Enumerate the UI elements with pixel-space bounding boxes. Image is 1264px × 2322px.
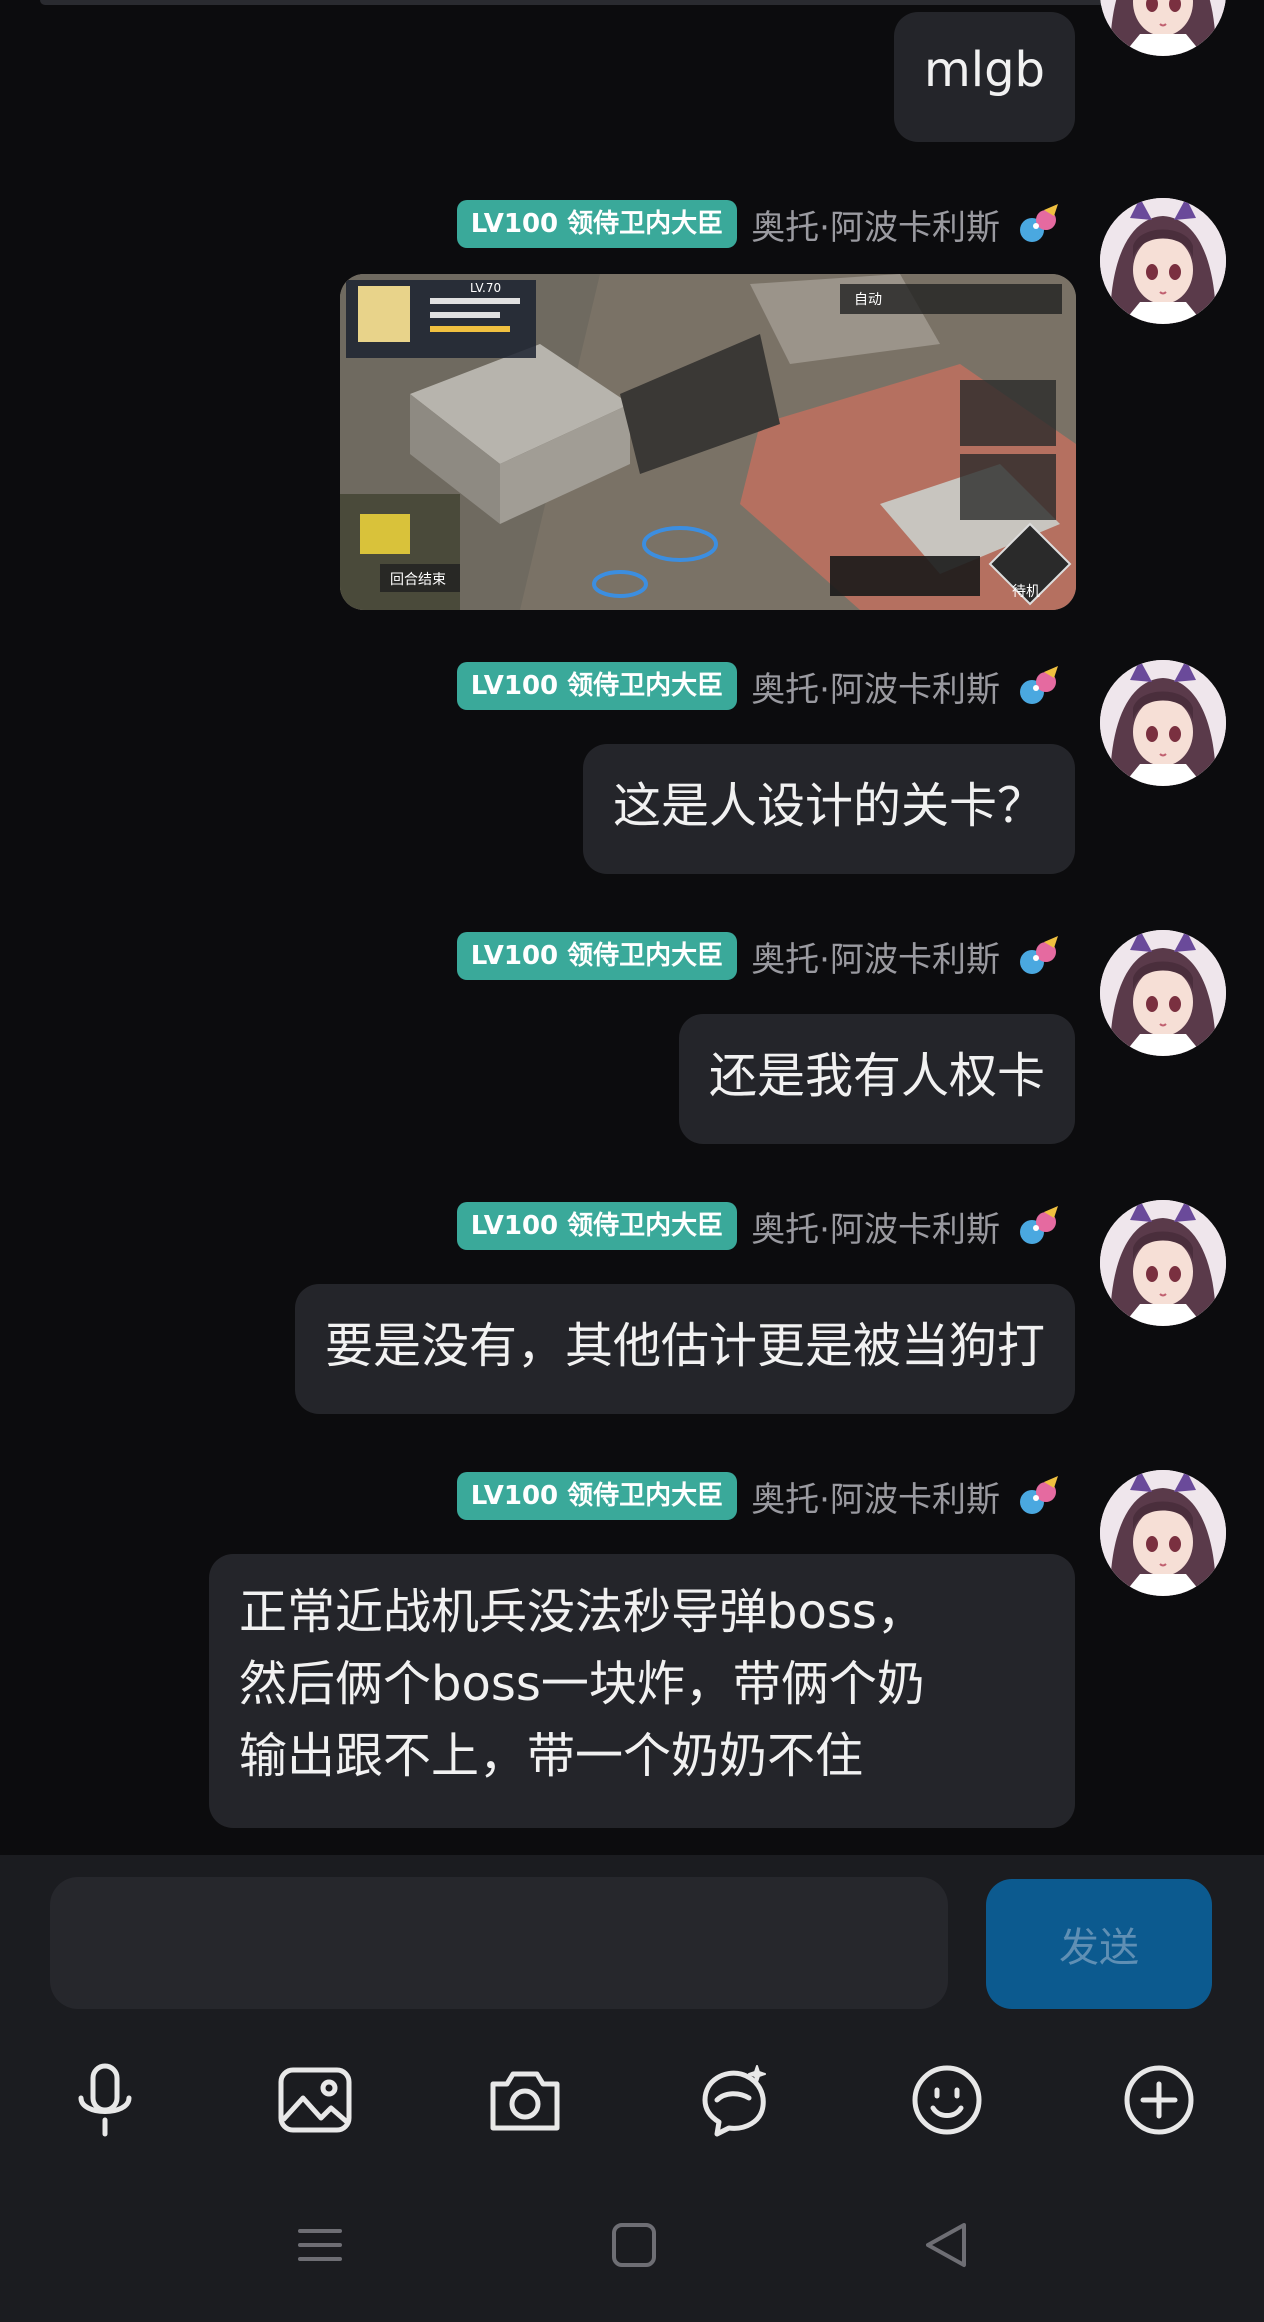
avatar[interactable] xyxy=(1100,660,1226,786)
sender-meta: LV100 领侍卫内大臣 奥托·阿波卡利斯 xyxy=(456,660,1064,712)
avatar[interactable] xyxy=(1100,1470,1226,1596)
home-icon[interactable] xyxy=(594,2205,674,2285)
message-bubble[interactable]: 要是没有，其他估计更是被当狗打 xyxy=(294,1284,1075,1414)
game-end-turn-text: 回合结束 xyxy=(390,572,446,588)
sender-name[interactable]: 奥托·阿波卡利斯 xyxy=(751,200,1000,249)
avatar[interactable] xyxy=(1100,930,1226,1056)
level-badge: LV100 领侍卫内大臣 xyxy=(456,1472,738,1520)
game-level-text: LV.70 xyxy=(470,281,501,295)
sender-name[interactable]: 奥托·阿波卡利斯 xyxy=(751,662,1000,711)
menu-icon[interactable] xyxy=(280,2205,360,2285)
message-input[interactable] xyxy=(50,1877,948,2009)
scroll-top-edge xyxy=(40,0,1164,5)
camera-icon[interactable] xyxy=(470,2045,580,2155)
image-message[interactable]: LV.70 自动 回合结束 待机 xyxy=(340,274,1076,610)
sender-meta: LV100 领侍卫内大臣 奥托·阿波卡利斯 xyxy=(456,930,1064,982)
message-bubble[interactable]: 正常近战机兵没法秒导弹boss， 然后俩个boss一块炸，带俩个奶 输出跟不上，… xyxy=(209,1554,1075,1828)
message-bubble[interactable]: 这是人设计的关卡？ xyxy=(582,744,1075,874)
decoration-icon xyxy=(1014,1204,1064,1248)
decoration-icon xyxy=(1014,664,1064,708)
message-bubble[interactable]: mlgb xyxy=(893,12,1075,142)
sender-meta: LV100 领侍卫内大臣 奥托·阿波卡利斯 xyxy=(456,1200,1064,1252)
sender-meta: LV100 领侍卫内大臣 奥托·阿波卡利斯 xyxy=(456,1470,1064,1522)
sender-name[interactable]: 奥托·阿波卡利斯 xyxy=(751,1472,1000,1521)
send-button[interactable]: 发送 xyxy=(986,1879,1212,2009)
chat-area[interactable]: mlgb LV100 领侍卫内大臣 奥托·阿波卡利斯 LV.70 自动 回合结束… xyxy=(0,0,1264,1855)
level-badge: LV100 领侍卫内大臣 xyxy=(456,200,738,248)
message-bubble[interactable]: 还是我有人权卡 xyxy=(678,1014,1075,1144)
game-auto-text: 自动 xyxy=(854,292,882,308)
composer-bar: 发送 xyxy=(0,1855,1264,2322)
ai-assistant-icon[interactable] xyxy=(680,2045,790,2155)
level-badge: LV100 领侍卫内大臣 xyxy=(456,662,738,710)
avatar[interactable] xyxy=(1100,0,1226,56)
avatar[interactable] xyxy=(1100,198,1226,324)
game-screenshot: LV.70 自动 回合结束 待机 xyxy=(340,274,1076,610)
level-badge: LV100 领侍卫内大臣 xyxy=(456,1202,738,1250)
image-icon[interactable] xyxy=(260,2045,370,2155)
microphone-icon[interactable] xyxy=(50,2045,160,2155)
decoration-icon xyxy=(1014,202,1064,246)
level-badge: LV100 领侍卫内大臣 xyxy=(456,932,738,980)
decoration-icon xyxy=(1014,1474,1064,1518)
game-standby-text: 待机 xyxy=(1012,584,1040,600)
sender-name[interactable]: 奥托·阿波卡利斯 xyxy=(751,1202,1000,1251)
decoration-icon xyxy=(1014,934,1064,978)
back-icon[interactable] xyxy=(906,2205,986,2285)
avatar[interactable] xyxy=(1100,1200,1226,1326)
plus-icon[interactable] xyxy=(1104,2045,1214,2155)
sender-name[interactable]: 奥托·阿波卡利斯 xyxy=(751,932,1000,981)
emoji-icon[interactable] xyxy=(892,2045,1002,2155)
sender-meta: LV100 领侍卫内大臣 奥托·阿波卡利斯 xyxy=(456,198,1064,250)
